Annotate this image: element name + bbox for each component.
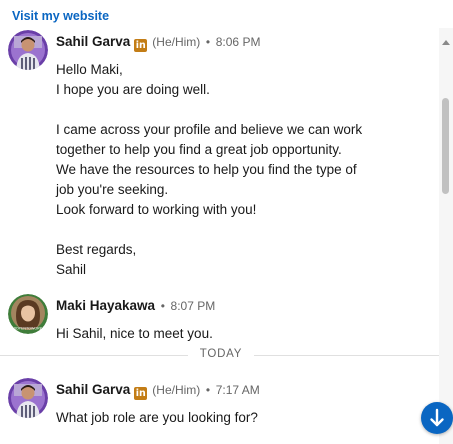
message-line: What job role are you looking for? xyxy=(56,410,258,425)
date-divider: TODAY xyxy=(0,348,440,362)
message-body: What job role are you looking for? xyxy=(56,408,426,428)
linkedin-icon: in xyxy=(134,39,148,52)
message-line: Hello Maki, xyxy=(56,62,123,77)
avatar-maki-icon[interactable]: #OPENTOWORK xyxy=(8,294,48,334)
message-meta: Sahil Garva in (He/Him) • 7:17 AM xyxy=(56,382,260,400)
message-item: Sahil Garva in (He/Him) • 7:17 AM What job… xyxy=(8,378,428,434)
visit-website-link[interactable]: Visit my website xyxy=(12,9,109,23)
scrollbar[interactable] xyxy=(439,28,453,444)
message-line: Best regards, xyxy=(56,242,137,257)
message-item: Sahil Garva in (He/Him) • 8:06 PM Hello Ma… xyxy=(8,30,428,280)
timestamp: 8:07 PM xyxy=(170,299,216,313)
message-thread: Sahil Garva in (He/Him) • 8:06 PM Hello Ma… xyxy=(0,28,440,444)
avatar-sahil-icon[interactable] xyxy=(8,378,48,418)
message-meta: Maki Hayakawa • 8:07 PM xyxy=(56,298,215,313)
scroll-thumb[interactable] xyxy=(442,98,449,194)
separator-dot: • xyxy=(160,299,165,313)
sender-name[interactable]: Sahil Garva xyxy=(56,34,130,49)
sender-name[interactable]: Maki Hayakawa xyxy=(56,298,155,313)
pronouns: (He/Him) xyxy=(152,383,201,397)
jump-to-latest-button[interactable] xyxy=(421,402,453,434)
message-line: together to help you find a great job op… xyxy=(56,142,342,157)
message-line xyxy=(56,100,426,120)
svg-text:#OPENTOWORK: #OPENTOWORK xyxy=(14,327,43,331)
message-line: job you're seeking. xyxy=(56,182,169,197)
separator-dot: • xyxy=(205,35,211,49)
sender-name[interactable]: Sahil Garva xyxy=(56,382,130,397)
message-line: We have the resources to help you find t… xyxy=(56,162,357,177)
timestamp: 8:06 PM xyxy=(215,35,261,49)
divider-line xyxy=(254,355,440,356)
message-line: Hi Sahil, nice to meet you. xyxy=(56,326,213,341)
pronouns: (He/Him) xyxy=(152,35,201,49)
separator-dot: • xyxy=(205,383,211,397)
message-line: I hope you are doing well. xyxy=(56,82,210,97)
divider-label: TODAY xyxy=(199,348,243,360)
message-line: Look forward to working with you! xyxy=(56,202,257,217)
message-item: #OPENTOWORK Maki Hayakawa • 8:07 PM Hi S… xyxy=(8,294,428,348)
message-line: Sahil xyxy=(56,262,87,277)
avatar-sahil-icon[interactable] xyxy=(8,30,48,70)
scroll-up-arrow-icon[interactable] xyxy=(442,40,450,45)
divider-line xyxy=(0,355,188,356)
timestamp: 7:17 AM xyxy=(215,383,260,397)
linkedin-icon: in xyxy=(134,387,148,400)
arrow-down-icon xyxy=(430,408,444,427)
message-body: Hi Sahil, nice to meet you. xyxy=(56,324,426,344)
message-meta: Sahil Garva in (He/Him) • 8:06 PM xyxy=(56,34,260,52)
message-body: Hello Maki, I hope you are doing well. I… xyxy=(56,60,426,280)
message-line xyxy=(56,220,426,240)
message-line: I came across your profile and believe w… xyxy=(56,122,363,137)
